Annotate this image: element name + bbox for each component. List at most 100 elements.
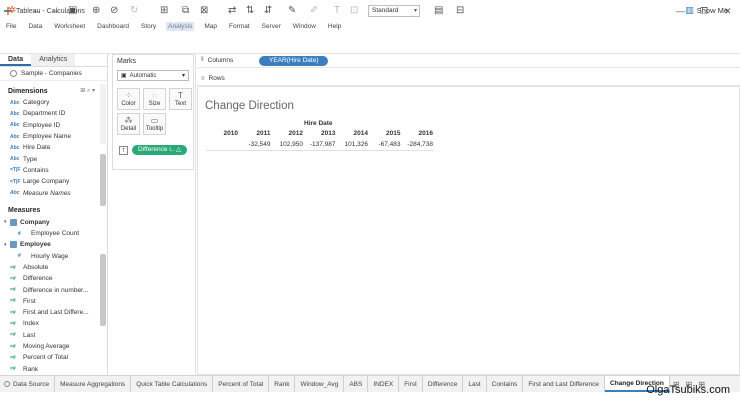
presentation-icon[interactable]: ⊟ — [456, 5, 464, 17]
measure-item-last[interactable]: =# Last — [0, 330, 107, 341]
measure-item-first-and-last-differe[interactable]: =# First and Last Differe... — [0, 307, 107, 318]
clear-sheet-icon[interactable]: ⊠ — [200, 5, 208, 17]
save-icon[interactable]: ▣ — [68, 5, 77, 17]
menu-format[interactable]: Format — [227, 22, 252, 31]
text-button[interactable]: T Text — [169, 88, 192, 110]
dimension-item-employee-name[interactable]: Abc Employee Name — [0, 131, 107, 142]
dimensions-scroll-thumb[interactable] — [100, 154, 106, 206]
redo-icon[interactable]: → — [50, 5, 60, 17]
menu-file[interactable]: File — [4, 22, 18, 31]
dimension-item-contains[interactable]: =T|F Contains — [0, 165, 107, 176]
tab-data[interactable]: Data — [0, 54, 32, 66]
size-button[interactable]: ◌ Size — [143, 88, 166, 110]
data-source-tab[interactable]: Data Source — [0, 376, 56, 392]
duplicate-sheet-icon[interactable]: ⧉ — [182, 5, 189, 17]
measure-item-difference-in-number[interactable]: =# Difference in number... — [0, 284, 107, 295]
dimensions-scrollbar[interactable] — [100, 84, 106, 144]
fix-axes-icon[interactable]: ⊡ — [350, 5, 358, 17]
sheet-tab-window-avg[interactable]: Window_Avg — [295, 376, 345, 392]
menu-server[interactable]: Server — [260, 22, 283, 31]
dimension-item-category[interactable]: Abc Category — [0, 97, 107, 108]
value-cell-2013[interactable]: -137,987 — [304, 141, 336, 148]
dimension-item-type[interactable]: Abc Type — [0, 153, 107, 164]
search-icon[interactable]: ⊞ ⌕ ▾ — [80, 87, 95, 95]
sheet-tab-measure-aggregations[interactable]: Measure Aggregations — [55, 376, 132, 392]
year-header-2013[interactable]: 2013 — [304, 130, 335, 137]
dimension-item-large-company[interactable]: =T|F Large Company — [0, 176, 107, 187]
refresh-icon[interactable]: ↻ — [130, 5, 138, 17]
new-worksheet-icon[interactable]: ⊞ — [160, 5, 168, 17]
year-hire-date-pill[interactable]: YEAR(Hire Date) — [259, 55, 329, 66]
value-cell-2015[interactable]: -67,483 — [369, 141, 400, 148]
show-me-button[interactable]: ▥ Show Me — [685, 5, 728, 16]
undo-icon[interactable]: ← — [32, 5, 42, 17]
sheet-tab-contains[interactable]: Contains — [487, 376, 524, 392]
color-button[interactable]: ⁘ Color — [117, 88, 140, 110]
sheet-tab-first[interactable]: First — [399, 376, 423, 392]
dimension-item-employee-id[interactable]: Abc Employee ID — [0, 120, 107, 131]
rows-shelf[interactable]: ≡ Rows — [197, 72, 740, 86]
group-icon[interactable]: ✐ — [310, 5, 318, 17]
menu-worksheet[interactable]: Worksheet — [52, 22, 87, 31]
highlight-icon[interactable]: ✎ — [288, 5, 296, 17]
pause-updates-icon[interactable]: ⊘ — [110, 5, 118, 17]
mark-type-select[interactable]: ▣ Automatic ▾ — [117, 70, 189, 81]
measure-item-index[interactable]: =# Index — [0, 318, 107, 329]
menu-analysis[interactable]: Analysis — [166, 21, 195, 31]
value-cell-2014[interactable]: 101,326 — [336, 141, 369, 148]
menu-data[interactable]: Data — [26, 22, 44, 31]
labels-icon[interactable]: T — [334, 5, 340, 17]
year-header-2015[interactable]: 2015 — [369, 130, 400, 137]
menu-story[interactable]: Story — [139, 22, 158, 31]
year-header-2010[interactable]: 2010 — [206, 130, 238, 137]
measure-item-rank[interactable]: =# Rank — [0, 364, 107, 375]
menu-dashboard[interactable]: Dashboard — [95, 22, 131, 31]
dimension-item-hire-date[interactable]: Abc Hire Date — [0, 142, 107, 153]
sort-ascending-icon[interactable]: ⇅ — [246, 5, 254, 17]
measure-item-percent-of-total[interactable]: =# Percent of Total — [0, 352, 107, 363]
measure-item-hourly-wage[interactable]: # Hourly Wage — [0, 251, 107, 262]
menu-map[interactable]: Map — [202, 22, 219, 31]
difference-pill[interactable]: Difference i.. △ — [132, 145, 188, 155]
detail-button[interactable]: ⁂ Detail — [117, 113, 140, 135]
tableau-start-icon[interactable]: ✲ — [8, 5, 16, 17]
year-header-2016[interactable]: 2016 — [401, 130, 433, 137]
measure-item-absolute[interactable]: =# Absolute — [0, 262, 107, 273]
measure-item-employee-count[interactable]: # Employee Count — [0, 228, 107, 239]
dimension-item-measure-names[interactable]: Abc Measure Names — [0, 187, 107, 198]
sheet-tab-index[interactable]: INDEX — [368, 376, 400, 392]
measure-item-difference[interactable]: =# Difference — [0, 273, 107, 284]
sheet-tab-rank[interactable]: Rank — [269, 376, 296, 392]
fit-select[interactable]: Standard ▾ — [368, 5, 420, 17]
measure-item-first[interactable]: =# First — [0, 296, 107, 307]
value-cell-2016[interactable]: -284,738 — [401, 141, 433, 148]
year-header-2011[interactable]: 2011 — [239, 130, 270, 137]
datasource-item[interactable]: Sample - Companies — [0, 67, 107, 81]
tab-analytics[interactable]: Analytics — [31, 54, 76, 66]
measure-folder-company[interactable]: ▾ Company — [0, 217, 107, 228]
value-cell-2012[interactable]: 102,950 — [271, 141, 304, 148]
new-datasource-icon[interactable]: ⊕ — [92, 5, 100, 17]
sheet-tab-abs[interactable]: ABS — [344, 376, 369, 392]
tooltip-button[interactable]: ▭ Tooltip — [143, 113, 166, 135]
swap-icon[interactable]: ⇄ — [228, 5, 236, 17]
dimension-item-department-id[interactable]: Abc Department ID — [0, 108, 107, 119]
measure-item-moving-average[interactable]: =# Moving Average — [0, 341, 107, 352]
worksheet-view[interactable]: Change Direction Hire Date 2010 2011 2012 2… — [197, 86, 740, 375]
measures-scroll-thumb[interactable] — [100, 254, 106, 326]
year-header-2014[interactable]: 2014 — [336, 130, 368, 137]
menu-window[interactable]: Window — [291, 22, 318, 31]
year-header-2012[interactable]: 2012 — [271, 130, 303, 137]
value-cell-2011[interactable]: -32,549 — [239, 141, 270, 148]
sheet-tab-quick-table-calculations[interactable]: Quick Table Calculations — [131, 376, 214, 392]
columns-shelf[interactable]: ⦀ Columns YEAR(Hire Date) — [197, 54, 740, 68]
menu-help[interactable]: Help — [326, 22, 343, 31]
measure-folder-employee[interactable]: ▾ Employee — [0, 239, 107, 250]
sort-descending-icon[interactable]: ⇵ — [264, 5, 272, 17]
show-cards-icon[interactable]: ▤ — [434, 5, 443, 17]
sheet-tab-last[interactable]: Last — [463, 376, 487, 392]
sheet-tab-percent-of-total[interactable]: Percent of Total — [213, 376, 270, 392]
sheet-tab-difference[interactable]: Difference — [423, 376, 464, 392]
sheet-tab-first-and-last-difference[interactable]: First and Last Difference — [523, 376, 606, 392]
minimize-button[interactable]: — — [676, 6, 685, 16]
